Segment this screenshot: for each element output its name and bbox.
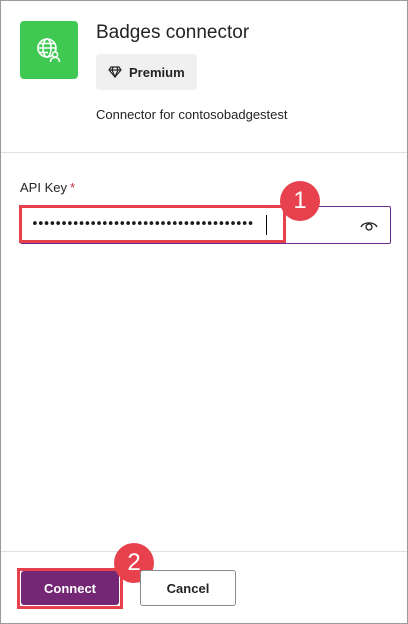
premium-label: Premium	[129, 64, 185, 80]
step-badge-1: 1	[280, 181, 320, 221]
connect-button[interactable]: Connect	[21, 571, 119, 605]
eye-icon	[360, 222, 378, 231]
show-password-button[interactable]	[358, 215, 380, 235]
cancel-button[interactable]: Cancel	[140, 570, 236, 606]
text-caret	[266, 215, 267, 235]
api-key-label-text: API Key	[20, 180, 67, 195]
premium-badge: Premium	[96, 54, 197, 90]
api-key-input[interactable]: ••••••••••••••••••••••••••••••••••••••	[20, 206, 391, 244]
divider	[1, 551, 407, 552]
globe-person-icon	[20, 21, 78, 79]
diamond-icon	[108, 66, 122, 78]
api-key-label: API Key *	[20, 180, 75, 195]
connector-title: Badges connector	[96, 22, 250, 43]
api-key-value: ••••••••••••••••••••••••••••••••••••••	[31, 217, 254, 232]
connector-description: Connector for contosobadgestest	[96, 107, 288, 122]
connection-dialog: Badges connector Premium Connector for c…	[0, 0, 408, 624]
required-marker: *	[69, 180, 76, 195]
divider	[1, 152, 407, 153]
